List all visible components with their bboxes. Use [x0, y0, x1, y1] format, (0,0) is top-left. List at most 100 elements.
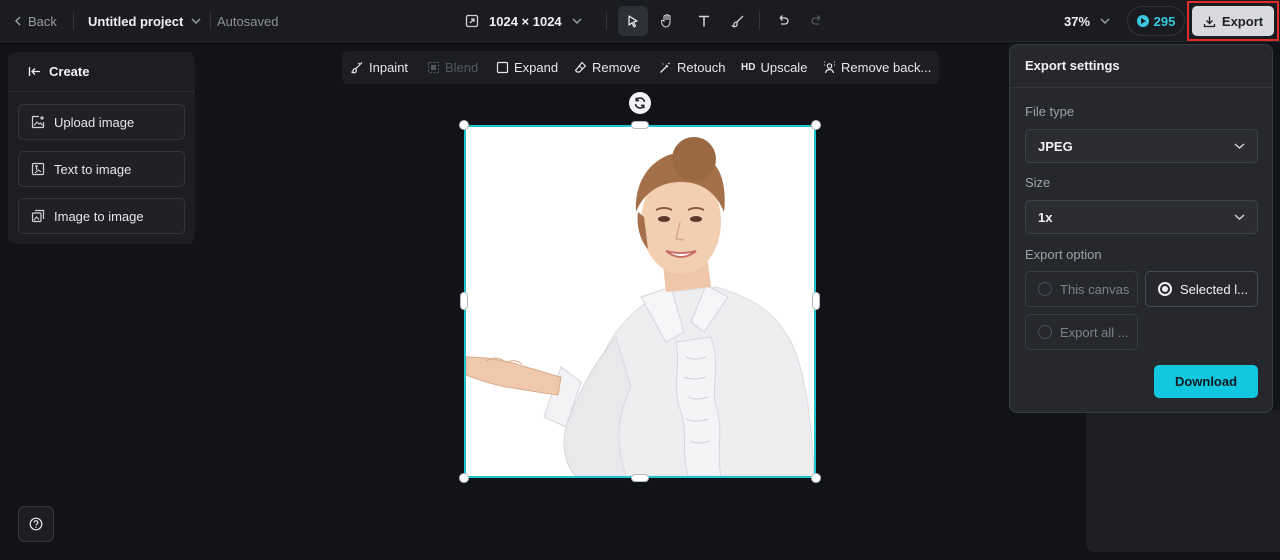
- back-button[interactable]: Back: [14, 0, 57, 42]
- brush-icon: [731, 14, 745, 28]
- blend-label: Blend: [445, 60, 479, 75]
- download-button[interactable]: Download: [1154, 365, 1258, 398]
- help-button[interactable]: [18, 506, 54, 542]
- resize-handle-top[interactable]: [631, 121, 649, 129]
- remove-button[interactable]: Remove: [574, 51, 640, 84]
- project-title-dropdown[interactable]: Untitled project: [88, 0, 201, 42]
- chevron-left-icon: [14, 16, 22, 26]
- woman-photo: [466, 127, 814, 476]
- radio-selected: [1158, 282, 1172, 296]
- chevron-down-icon: [191, 17, 201, 25]
- export-option-label: Export option: [1025, 247, 1102, 262]
- option-export-all-label: Export all ...: [1060, 324, 1129, 340]
- eraser-icon: [574, 61, 587, 74]
- inpaint-icon: [351, 61, 364, 74]
- download-icon: [1203, 15, 1216, 28]
- export-button[interactable]: Export: [1192, 6, 1274, 36]
- select-tool-button[interactable]: [618, 6, 648, 36]
- radio-unselected: [1038, 325, 1052, 339]
- undo-button[interactable]: [768, 6, 798, 36]
- hd-icon: HD: [741, 62, 756, 73]
- size-select[interactable]: 1x: [1025, 200, 1258, 234]
- export-highlight-box: Export: [1187, 1, 1279, 41]
- right-side-panel: [1086, 410, 1280, 552]
- divider: [606, 12, 607, 30]
- help-icon: [29, 517, 43, 531]
- size-value: 1x: [1038, 209, 1053, 225]
- upscale-label: Upscale: [760, 60, 808, 75]
- upload-image-label: Upload image: [54, 114, 135, 130]
- resize-handle-right[interactable]: [812, 292, 820, 310]
- retouch-button[interactable]: Retouch: [659, 51, 725, 84]
- credits-badge[interactable]: 295: [1127, 6, 1185, 36]
- create-panel-header[interactable]: Create: [8, 52, 195, 92]
- canvas-image[interactable]: [464, 125, 816, 478]
- text-to-image-icon: [31, 162, 45, 176]
- chevron-down-icon: [1234, 213, 1245, 221]
- option-selected-layers[interactable]: Selected l...: [1145, 271, 1258, 307]
- radio-unselected: [1038, 282, 1052, 296]
- redo-icon: [810, 14, 824, 28]
- hand-icon: [659, 13, 675, 29]
- canvas-size-dropdown[interactable]: 1024 × 1024: [465, 0, 582, 42]
- inpaint-button[interactable]: Inpaint: [351, 51, 408, 84]
- divider: [210, 12, 211, 30]
- image-edit-toolbar: Inpaint Blend Expand Remove Retouch HD U…: [342, 51, 939, 84]
- zoom-level: 37%: [1064, 13, 1091, 29]
- divider: [73, 12, 74, 30]
- export-settings-panel: Export settings File type JPEG Size 1x E…: [1009, 44, 1273, 413]
- resize-icon: [465, 14, 479, 28]
- upscale-button[interactable]: HD Upscale: [741, 51, 807, 84]
- resize-handle-top-left[interactable]: [459, 120, 469, 130]
- redo-button[interactable]: [802, 6, 832, 36]
- remove-background-label: Remove back...: [841, 60, 932, 75]
- blend-icon: [427, 61, 440, 74]
- chevron-down-icon: [572, 17, 582, 25]
- resize-handle-top-right[interactable]: [811, 120, 821, 130]
- create-panel: Create Upload image Text to image Image …: [8, 52, 195, 244]
- top-bar: Back Untitled project Autosaved 1024 × 1…: [0, 0, 1280, 42]
- project-title: Untitled project: [88, 13, 184, 29]
- text-tool-button[interactable]: [689, 6, 719, 36]
- export-settings-title: Export settings: [1025, 58, 1120, 73]
- text-icon: [697, 14, 711, 28]
- size-label: Size: [1025, 175, 1051, 190]
- expand-icon: [496, 61, 509, 74]
- back-label: Back: [28, 13, 57, 29]
- resize-handle-bottom-left[interactable]: [459, 473, 469, 483]
- resize-handle-bottom-right[interactable]: [811, 473, 821, 483]
- blend-button[interactable]: Blend: [427, 51, 478, 84]
- remove-background-button[interactable]: Remove back...: [823, 51, 931, 84]
- upload-image-button[interactable]: Upload image: [18, 104, 185, 140]
- export-label: Export: [1221, 13, 1264, 29]
- collapse-left-icon: [28, 66, 41, 77]
- rotate-icon: [633, 96, 647, 110]
- resize-handle-bottom[interactable]: [631, 474, 649, 482]
- retouch-icon: [659, 61, 672, 74]
- expand-button[interactable]: Expand: [496, 51, 558, 84]
- create-panel-title: Create: [49, 64, 90, 79]
- expand-label: Expand: [514, 60, 559, 75]
- chevron-down-icon: [1234, 142, 1245, 150]
- credits-count: 295: [1153, 13, 1176, 29]
- rotate-handle[interactable]: [629, 92, 651, 114]
- hand-tool-button[interactable]: [652, 6, 682, 36]
- brush-tool-button[interactable]: [723, 6, 753, 36]
- zoom-dropdown[interactable]: 37%: [1064, 0, 1110, 42]
- chevron-down-icon: [1100, 17, 1110, 25]
- file-type-select[interactable]: JPEG: [1025, 129, 1258, 163]
- image-to-image-label: Image to image: [54, 208, 144, 224]
- remove-background-icon: [823, 61, 836, 74]
- resize-handle-left[interactable]: [460, 292, 468, 310]
- undo-icon: [776, 14, 790, 28]
- image-to-image-button[interactable]: Image to image: [18, 198, 185, 234]
- text-to-image-label: Text to image: [54, 161, 132, 177]
- file-type-label: File type: [1025, 104, 1075, 119]
- option-this-canvas[interactable]: This canvas: [1025, 271, 1138, 307]
- text-to-image-button[interactable]: Text to image: [18, 151, 185, 187]
- option-this-canvas-label: This canvas: [1060, 281, 1130, 297]
- credits-icon: [1136, 15, 1149, 27]
- divider: [759, 12, 760, 30]
- option-export-all[interactable]: Export all ...: [1025, 314, 1138, 350]
- inpaint-label: Inpaint: [369, 60, 409, 75]
